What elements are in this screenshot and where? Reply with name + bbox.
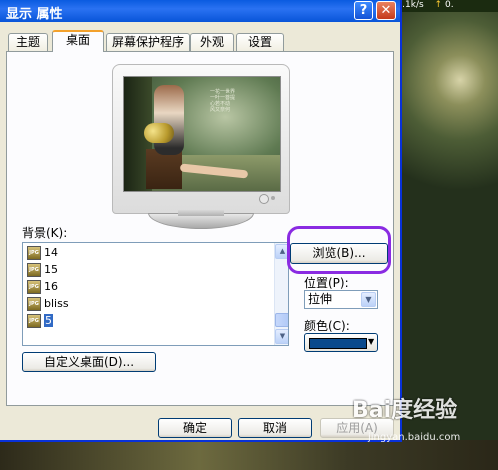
color-label: 颜色(C): — [304, 319, 350, 333]
list-item[interactable]: JPG bliss — [27, 296, 69, 312]
vertical-scrollbar[interactable]: ▲ ▼ — [274, 243, 288, 345]
customize-desktop-button[interactable]: 自定义桌面(D)... — [22, 352, 156, 372]
scroll-thumb[interactable] — [275, 313, 288, 327]
list-item[interactable]: JPG 15 — [27, 262, 58, 278]
monitor-preview: 一花一世界 一叶一菩提 心若不动 风又奈何 — [112, 64, 290, 214]
background-label: 背景(K): — [22, 226, 68, 240]
position-value: 拉伸 — [308, 292, 333, 306]
monitor-power-icon — [259, 194, 269, 204]
position-select[interactable]: 拉伸 ▼ — [304, 290, 378, 309]
tab-themes[interactable]: 主题 — [8, 33, 48, 51]
list-item[interactable]: JPG 16 — [27, 279, 58, 295]
jpg-icon: JPG — [27, 246, 41, 260]
tab-settings[interactable]: 设置 — [236, 33, 284, 51]
tab-screensaver[interactable]: 屏幕保护程序 — [106, 33, 190, 51]
scroll-up-icon[interactable]: ▲ — [275, 244, 288, 259]
browse-button[interactable]: 浏览(B)... — [290, 243, 388, 264]
list-item[interactable]: JPG 14 — [27, 245, 58, 261]
background-list[interactable]: JPG 14 JPG 15 JPG 16 JPG bliss JPG 5 ▲ ▼ — [22, 242, 289, 346]
window-title: 显示 属性 — [6, 7, 63, 22]
title-bar[interactable]: 显示 属性 ? ✕ — [0, 0, 400, 22]
cancel-button[interactable]: 取消 — [238, 418, 312, 438]
baidu-watermark: Bai度经验 — [352, 398, 458, 423]
monitor-stand-neck — [178, 210, 224, 216]
wallpaper-preview: 一花一世界 一叶一菩提 心若不动 风又奈何 — [123, 76, 281, 192]
help-button[interactable]: ? — [354, 1, 373, 20]
color-picker-button[interactable]: ▼ — [304, 333, 378, 352]
tab-appearance[interactable]: 外观 — [190, 33, 234, 51]
position-label: 位置(P): — [304, 276, 349, 290]
jpg-icon: JPG — [27, 263, 41, 277]
tab-desktop[interactable]: 桌面 — [52, 30, 104, 52]
ok-button[interactable]: 确定 — [158, 418, 232, 438]
scroll-down-icon[interactable]: ▼ — [275, 329, 288, 344]
upload-arrow-icon: ↑ — [434, 0, 443, 10]
color-swatch — [309, 338, 367, 349]
chevron-down-icon[interactable]: ▼ — [361, 292, 376, 307]
jpg-icon: JPG — [27, 297, 41, 311]
jpg-icon: JPG — [27, 280, 41, 294]
close-button[interactable]: ✕ — [376, 1, 396, 20]
jpg-icon: JPG — [27, 314, 41, 328]
preview-poem: 一花一世界 一叶一菩提 心若不动 风又奈何 — [210, 89, 236, 113]
desktop-background-bottom — [0, 440, 498, 470]
upload-speed: 0. — [444, 0, 454, 10]
list-item-selected[interactable]: JPG 5 — [27, 313, 53, 329]
chevron-down-icon: ▼ — [368, 337, 375, 346]
watermark-url: jingyan.baidu.com — [368, 432, 461, 443]
display-properties-dialog: 显示 属性 ? ✕ 主题 桌面 屏幕保护程序 外观 设置 一花一世界 一叶一菩提… — [0, 0, 402, 442]
monitor-led-icon — [271, 196, 275, 200]
